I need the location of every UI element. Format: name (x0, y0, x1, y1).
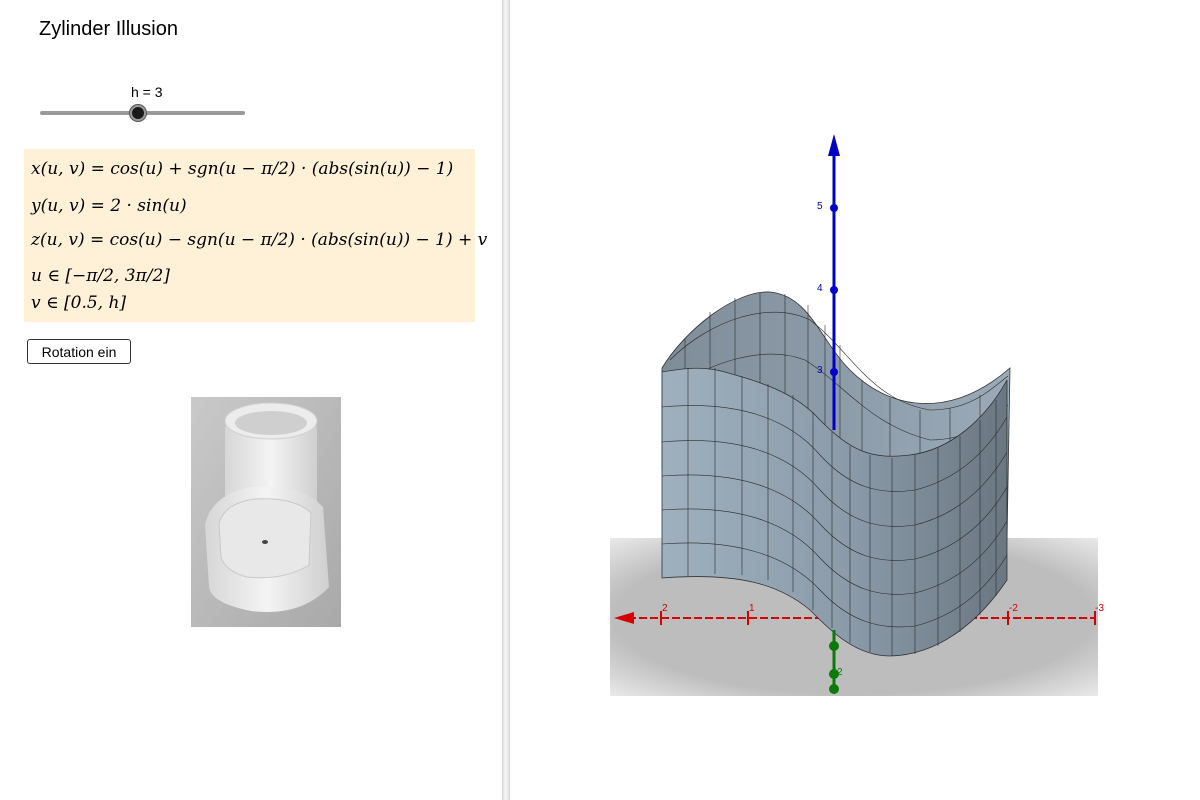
z-tick-label-3: 3 (817, 365, 823, 376)
z-axis-arrow (828, 134, 840, 156)
h-slider-knob[interactable] (130, 105, 147, 121)
y-tick-label-2: 2 (837, 667, 843, 678)
cylinder-illusion-photo (191, 397, 341, 627)
formula-v-range: v ∈ [0.5, h] (31, 293, 127, 313)
x-tick-label-neg3: -3 (1095, 603, 1104, 614)
z-tick-label-5: 5 (817, 201, 823, 212)
formula-box: x(u, v) = cos(u) + sgn(u − π/2) · (abs(s… (24, 149, 487, 322)
z-tick-label-4: 4 (817, 283, 823, 294)
y-tick-1 (829, 641, 839, 651)
graphics-3d-view[interactable]: 5 4 3 2 1 -2 -3 2 (510, 0, 1200, 800)
z-tick-3 (830, 368, 838, 376)
slider-label: h = 3 (131, 84, 163, 100)
z-tick-4 (830, 286, 838, 294)
y-axis-end (829, 684, 839, 694)
x-tick-label-2: 2 (662, 603, 668, 614)
page-title: Zylinder Illusion (39, 18, 178, 40)
formula-y: y(u, v) = 2 · sin(u) (31, 196, 187, 216)
3d-plot[interactable]: 5 4 3 2 1 -2 -3 2 (510, 0, 1200, 800)
z-tick-5 (830, 204, 838, 212)
algebra-panel: Zylinder Illusion h = 3 x(u, v) = cos(u)… (0, 0, 502, 800)
formula-z: z(u, v) = cos(u) − sgn(u − π/2) · (abs(s… (31, 230, 488, 250)
formula-u-range: u ∈ [−π/2, 3π/2] (31, 266, 170, 286)
x-tick-label-neg2: -2 (1009, 603, 1018, 614)
pane-divider[interactable] (502, 0, 510, 800)
rotation-button[interactable]: Rotation ein (27, 339, 131, 364)
formula-x: x(u, v) = cos(u) + sgn(u − π/2) · (abs(s… (31, 159, 454, 179)
x-tick-label-1: 1 (749, 603, 755, 614)
